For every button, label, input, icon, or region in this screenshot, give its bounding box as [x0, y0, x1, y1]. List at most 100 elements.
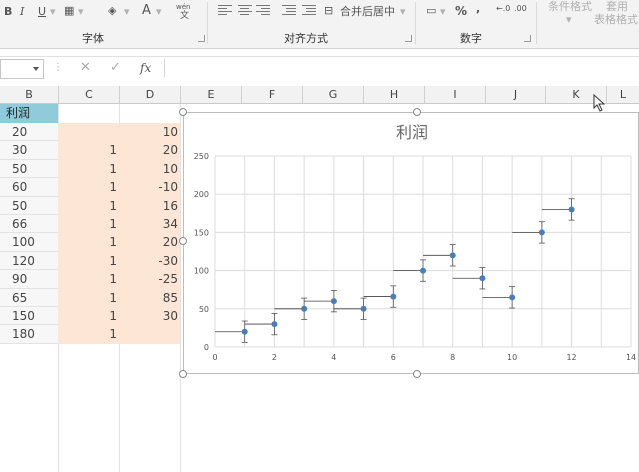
- ribbon-separator: [207, 2, 208, 44]
- profit-value-cell[interactable]: 180: [0, 325, 58, 344]
- cancel-icon[interactable]: ✕: [80, 60, 91, 76]
- column-d-cell[interactable]: -25: [119, 270, 180, 288]
- chart-resize-handle-left[interactable]: [179, 237, 187, 245]
- column-c-cell[interactable]: 1: [58, 252, 119, 270]
- font-color-dropdown-icon[interactable]: ▾: [156, 5, 162, 19]
- column-d-cell[interactable]: -30: [119, 252, 180, 270]
- table-format-button[interactable]: 套用: [606, 0, 628, 14]
- profit-value-cell[interactable]: 60: [0, 178, 58, 197]
- column-c-cell[interactable]: 1: [58, 215, 119, 233]
- name-box-dropdown-icon[interactable]: [33, 67, 39, 71]
- underline-dropdown-icon[interactable]: ▾: [50, 5, 56, 19]
- profit-value-cell[interactable]: 120: [0, 251, 58, 271]
- merge-dropdown-icon[interactable]: ▾: [400, 5, 406, 19]
- profit-value-cell[interactable]: 65: [0, 288, 58, 307]
- number-format-icon[interactable]: ▭: [426, 4, 436, 18]
- conditional-format-dropdown-icon[interactable]: ▾: [566, 13, 572, 27]
- align-right-icon[interactable]: [256, 5, 270, 17]
- column-c-cell[interactable]: 1: [58, 141, 119, 159]
- profit-value-cell[interactable]: 20: [0, 123, 58, 142]
- bold-button[interactable]: B: [4, 5, 12, 19]
- name-box[interactable]: [0, 59, 44, 79]
- y-tick-label: 250: [194, 152, 209, 161]
- number-dialog-launcher-icon[interactable]: [524, 35, 531, 42]
- insert-function-button[interactable]: fx: [140, 60, 151, 76]
- chart-resize-handle-bl[interactable]: [179, 370, 187, 378]
- column-header-d[interactable]: D: [120, 86, 181, 103]
- column-header-i[interactable]: I: [425, 86, 486, 103]
- font-dialog-launcher-icon[interactable]: [198, 35, 205, 42]
- profit-value-cell[interactable]: 50: [0, 196, 58, 215]
- column-c-cell[interactable]: 1: [58, 289, 119, 307]
- increase-indent-icon[interactable]: [302, 5, 316, 17]
- column-header-l[interactable]: L: [607, 86, 639, 103]
- column-d-cell[interactable]: 10: [119, 123, 180, 141]
- profit-header-cell[interactable]: 利润: [0, 104, 58, 123]
- column-c-cell[interactable]: 1: [58, 160, 119, 178]
- comma-button[interactable]: ,: [476, 2, 480, 16]
- percent-button[interactable]: %: [455, 4, 467, 18]
- column-header-j[interactable]: J: [486, 86, 546, 103]
- column-d-cell[interactable]: 85: [119, 289, 180, 307]
- column-c-cell[interactable]: 1: [58, 178, 119, 196]
- mouse-cursor-icon: [593, 94, 606, 112]
- profit-value-cell[interactable]: 150: [0, 307, 58, 326]
- border-dropdown-icon[interactable]: ▾: [78, 5, 84, 19]
- profit-value-cell[interactable]: 66: [0, 215, 58, 234]
- border-icon[interactable]: ▦: [64, 4, 74, 18]
- chart-area[interactable]: 利润 0 50 100 150 200 250 0 2 4 6 8 10 12 14: [183, 112, 639, 374]
- font-color-icon[interactable]: A: [142, 4, 151, 18]
- column-c-cell[interactable]: 1: [58, 270, 119, 288]
- profit-value-cell[interactable]: 90: [0, 270, 58, 289]
- underline-button[interactable]: U: [38, 5, 46, 19]
- column-d-cell[interactable]: 10: [119, 160, 180, 178]
- column-c-cell[interactable]: 1: [58, 307, 119, 325]
- y-tick-label: 150: [194, 228, 209, 237]
- column-c-cell[interactable]: 1: [58, 197, 119, 215]
- italic-button[interactable]: I: [20, 5, 24, 19]
- increase-decimal-button[interactable]: ←.0: [496, 2, 510, 16]
- x-tick-label: 10: [507, 353, 517, 362]
- formula-input[interactable]: [164, 59, 639, 77]
- formula-bar: ⋮ ✕ ✓ fx: [0, 56, 639, 82]
- column-header-f[interactable]: F: [242, 86, 303, 103]
- alignment-group-label: 对齐方式: [284, 32, 328, 45]
- alignment-dialog-launcher-icon[interactable]: [405, 35, 412, 42]
- column-header-e[interactable]: E: [181, 86, 242, 103]
- profit-value-cell[interactable]: 100: [0, 233, 58, 252]
- y-tick-label: 200: [194, 190, 209, 199]
- column-header-b[interactable]: B: [0, 86, 59, 103]
- column-c-cell[interactable]: 1: [58, 325, 119, 343]
- confirm-icon[interactable]: ✓: [110, 60, 121, 76]
- column-d-cell[interactable]: -10: [119, 178, 180, 196]
- column-header-g[interactable]: G: [303, 86, 364, 103]
- align-left-icon[interactable]: [218, 5, 232, 17]
- column-header-c[interactable]: C: [59, 86, 120, 103]
- column-d-cell[interactable]: 20: [119, 141, 180, 159]
- fill-color-icon[interactable]: ◈: [108, 4, 116, 18]
- x-tick-label: 12: [566, 353, 576, 362]
- column-d-cell[interactable]: 20: [119, 233, 180, 251]
- profit-value-cell[interactable]: 30: [0, 141, 58, 160]
- column-c-cell[interactable]: 1: [58, 233, 119, 251]
- column-d-cell[interactable]: 16: [119, 197, 180, 215]
- column-d-cell[interactable]: 30: [119, 307, 180, 325]
- column-c-cell[interactable]: [58, 123, 119, 141]
- align-center-icon[interactable]: [238, 5, 252, 17]
- x-tick-label: 2: [272, 353, 277, 362]
- column-d-cell[interactable]: 34: [119, 215, 180, 233]
- x-tick-label: 4: [331, 353, 336, 362]
- merge-center-icon[interactable]: ⊟: [324, 4, 333, 18]
- chart-resize-handle-tl[interactable]: [179, 108, 187, 116]
- decrease-decimal-button[interactable]: .00: [514, 2, 527, 16]
- number-format-dropdown-icon[interactable]: ▾: [440, 5, 446, 19]
- chart-resize-handle-bottom[interactable]: [413, 370, 421, 378]
- chart-resize-handle-top[interactable]: [413, 108, 421, 116]
- column-header-h[interactable]: H: [364, 86, 425, 103]
- fill-dropdown-icon[interactable]: ▾: [124, 5, 130, 19]
- decrease-indent-icon[interactable]: [282, 5, 296, 17]
- profit-value-cell[interactable]: 50: [0, 159, 58, 179]
- column-d-cell[interactable]: [119, 325, 180, 343]
- conditional-format-button[interactable]: 条件格式: [548, 0, 592, 14]
- merge-center-button[interactable]: 合并后居中: [340, 5, 395, 19]
